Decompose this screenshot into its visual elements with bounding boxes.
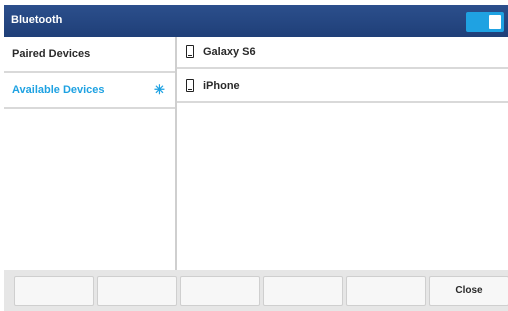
sidebar-item-label: Available Devices: [12, 84, 105, 96]
phone-icon: [186, 79, 194, 92]
sidebar: Paired Devices Available Devices ✳: [4, 37, 177, 270]
bluetooth-screen: Bluetooth Paired Devices Available Devic…: [4, 5, 508, 311]
sidebar-item-paired-devices[interactable]: Paired Devices: [4, 37, 175, 73]
softkey-4[interactable]: [263, 276, 343, 306]
device-list: Galaxy S6 iPhone: [177, 37, 508, 270]
phone-icon: [186, 45, 194, 58]
toggle-knob: [489, 15, 501, 29]
softkey-2[interactable]: [97, 276, 177, 306]
bluetooth-toggle[interactable]: [466, 12, 504, 32]
softkey-3[interactable]: [180, 276, 260, 306]
device-name: Galaxy S6: [203, 46, 256, 58]
softkey-bar: Close: [4, 270, 508, 311]
sidebar-item-label: Paired Devices: [12, 48, 91, 60]
title-bar: Bluetooth: [4, 5, 508, 37]
close-button[interactable]: Close: [429, 276, 508, 306]
sidebar-item-available-devices[interactable]: Available Devices ✳: [4, 73, 175, 109]
list-item[interactable]: iPhone: [177, 71, 508, 103]
device-name: iPhone: [203, 80, 240, 92]
softkey-5[interactable]: [346, 276, 426, 306]
list-item[interactable]: Galaxy S6: [177, 37, 508, 69]
spinner-icon: ✳: [154, 82, 165, 97]
window-title: Bluetooth: [11, 14, 63, 26]
softkey-1[interactable]: [14, 276, 94, 306]
